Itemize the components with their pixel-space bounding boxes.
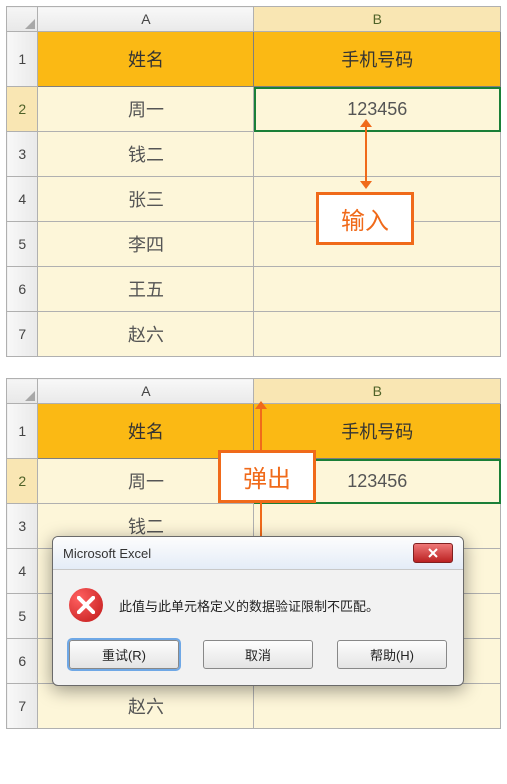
row-header-7b[interactable]: 7 xyxy=(7,684,38,729)
row-header-5[interactable]: 5 xyxy=(7,222,38,267)
help-button[interactable]: 帮助(H) xyxy=(337,640,447,669)
validation-error-dialog: Microsoft Excel 此值与此单元格定义的数据验证限制不匹配。 重试(… xyxy=(52,536,464,686)
close-icon[interactable] xyxy=(413,543,453,563)
row-header-3b[interactable]: 3 xyxy=(7,504,38,549)
col-header-B[interactable]: B xyxy=(254,7,501,32)
cell-A3[interactable]: 钱二 xyxy=(38,132,254,177)
row-header-6[interactable]: 6 xyxy=(7,267,38,312)
spreadsheet-top: A B 1 姓名 手机号码 2 周一 123456 3 钱二 4 张三 5 李四 xyxy=(0,0,507,372)
row-header-4b[interactable]: 4 xyxy=(7,549,38,594)
cell-B7b[interactable] xyxy=(254,684,501,729)
cancel-button[interactable]: 取消 xyxy=(203,640,313,669)
row-header-3[interactable]: 3 xyxy=(7,132,38,177)
callout-popup: 弹出 xyxy=(218,450,316,503)
cell-A6[interactable]: 王五 xyxy=(38,267,254,312)
error-icon xyxy=(69,588,103,622)
callout-input: 输入 xyxy=(316,192,414,245)
col-header-B-2[interactable]: B xyxy=(254,379,501,404)
cell-A7b[interactable]: 赵六 xyxy=(38,684,254,729)
cell-B1[interactable]: 手机号码 xyxy=(254,32,501,87)
dialog-message: 此值与此单元格定义的数据验证限制不匹配。 xyxy=(119,596,379,615)
row-header-1[interactable]: 1 xyxy=(7,32,38,87)
row-header-1b[interactable]: 1 xyxy=(7,404,38,459)
spreadsheet-bottom: A B 1 姓名 手机号码 2 周一 123456 3 钱二 4 5 xyxy=(0,372,507,784)
col-header-A[interactable]: A xyxy=(38,7,254,32)
dialog-title-text: Microsoft Excel xyxy=(63,546,151,561)
row-header-2[interactable]: 2 xyxy=(7,87,38,132)
row-header-4[interactable]: 4 xyxy=(7,177,38,222)
cell-B3[interactable] xyxy=(254,132,501,177)
cell-B2[interactable]: 123456 xyxy=(254,87,501,132)
row-header-5b[interactable]: 5 xyxy=(7,594,38,639)
cell-A2[interactable]: 周一 xyxy=(38,87,254,132)
cell-A4[interactable]: 张三 xyxy=(38,177,254,222)
dialog-titlebar[interactable]: Microsoft Excel xyxy=(53,537,463,570)
cell-B7[interactable] xyxy=(254,312,501,357)
row-header-6b[interactable]: 6 xyxy=(7,639,38,684)
arrow-input xyxy=(365,126,367,182)
cell-A7[interactable]: 赵六 xyxy=(38,312,254,357)
cell-A5[interactable]: 李四 xyxy=(38,222,254,267)
col-header-A-2[interactable]: A xyxy=(38,379,254,404)
row-header-2b[interactable]: 2 xyxy=(7,459,38,504)
select-all-corner[interactable] xyxy=(7,7,38,32)
cell-A1[interactable]: 姓名 xyxy=(38,32,254,87)
row-header-7[interactable]: 7 xyxy=(7,312,38,357)
select-all-corner-2[interactable] xyxy=(7,379,38,404)
retry-button[interactable]: 重试(R) xyxy=(69,640,179,669)
cell-B6[interactable] xyxy=(254,267,501,312)
grid-1: A B 1 姓名 手机号码 2 周一 123456 3 钱二 4 张三 5 李四 xyxy=(6,6,501,357)
